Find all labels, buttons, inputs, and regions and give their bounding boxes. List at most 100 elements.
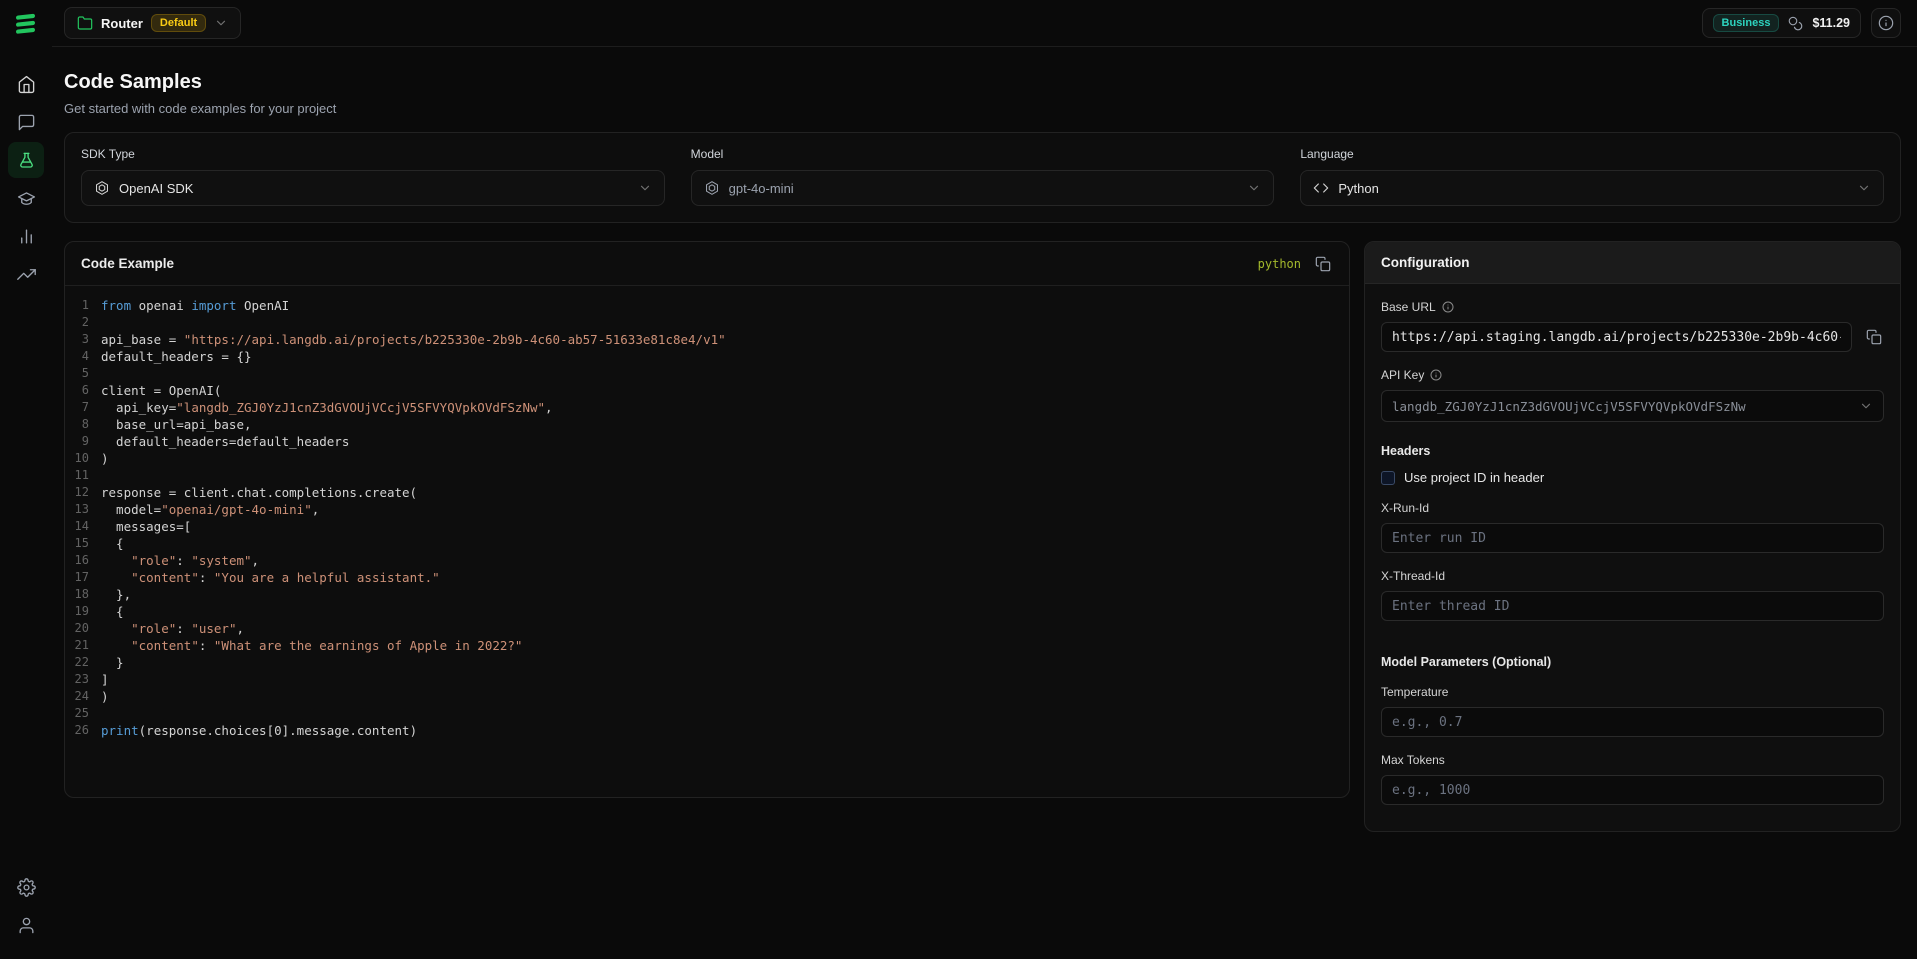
gear-icon <box>17 878 36 897</box>
code-line: 11 <box>65 467 1333 484</box>
use-project-id-label: Use project ID in header <box>1404 470 1544 485</box>
chat-icon <box>17 113 36 132</box>
copy-code-button[interactable] <box>1313 254 1333 274</box>
language-select[interactable]: Python <box>1300 170 1884 206</box>
code-line: 26print(response.choices[0].message.cont… <box>65 722 1333 739</box>
filters-panel: SDK Type OpenAI SDK Model <box>64 132 1901 223</box>
code-icon <box>1313 180 1329 196</box>
model-filter: Model gpt-4o-mini <box>691 147 1275 206</box>
sdk-type-label: SDK Type <box>81 147 665 161</box>
chevron-down-icon <box>1859 399 1873 413</box>
folder-icon <box>77 15 93 31</box>
info-icon <box>1878 15 1894 31</box>
sdk-type-value: OpenAI SDK <box>119 181 193 196</box>
api-key-select[interactable]: langdb_ZGJ0YzJ1cnZ3dGVOUjVCcjV5SFVYQVpkO… <box>1381 390 1884 422</box>
temperature-input[interactable] <box>1381 707 1884 737</box>
chevron-down-icon <box>1857 181 1871 195</box>
flask-icon <box>17 151 36 170</box>
code-line: 6client = OpenAI( <box>65 382 1333 399</box>
code-line: 3api_base = "https://api.langdb.ai/proje… <box>65 331 1333 348</box>
project-selector[interactable]: Router Default <box>64 7 241 39</box>
plan-badge: Business <box>1713 14 1780 32</box>
use-project-id-row[interactable]: ✓ Use project ID in header <box>1381 470 1884 485</box>
project-name: Router <box>101 16 143 31</box>
temperature-label: Temperature <box>1381 685 1884 699</box>
sidebar-item-profile[interactable] <box>8 907 44 943</box>
home-icon <box>17 75 36 94</box>
main-content: Code Samples Get started with code examp… <box>52 47 1917 959</box>
chevron-down-icon <box>214 16 228 30</box>
x-thread-id-input[interactable] <box>1381 591 1884 621</box>
language-label: Language <box>1300 147 1884 161</box>
sidebar-nav <box>8 66 44 292</box>
model-params-section-label: Model Parameters (Optional) <box>1381 655 1884 669</box>
code-line: 5 <box>65 365 1333 382</box>
code-line: 17 "content": "You are a helpful assista… <box>65 569 1333 586</box>
max-tokens-label: Max Tokens <box>1381 753 1884 767</box>
topbar-right: Business $11.29 <box>1702 8 1901 38</box>
configuration-header: Configuration <box>1365 242 1900 284</box>
chevron-down-icon <box>638 181 652 195</box>
sidebar-item-usage[interactable] <box>8 256 44 292</box>
base-url-label: Base URL <box>1381 300 1884 314</box>
copy-icon <box>1315 256 1331 272</box>
language-tag: python <box>1258 257 1301 271</box>
wallet-pill[interactable]: Business $11.29 <box>1702 8 1861 38</box>
base-url-input[interactable] <box>1381 322 1852 352</box>
code-line: 20 "role": "user", <box>65 620 1333 637</box>
openai-icon <box>94 180 110 196</box>
code-line: 16 "role": "system", <box>65 552 1333 569</box>
coins-icon <box>1788 16 1803 31</box>
sidebar-item-analytics[interactable] <box>8 218 44 254</box>
x-run-id-label: X-Run-Id <box>1381 501 1884 515</box>
max-tokens-input[interactable] <box>1381 775 1884 805</box>
code-line: 23] <box>65 671 1333 688</box>
sdk-type-select[interactable]: OpenAI SDK <box>81 170 665 206</box>
code-line: 25 <box>65 705 1333 722</box>
code-line: 2 <box>65 314 1333 331</box>
code-example-title: Code Example <box>81 256 174 271</box>
sidebar-item-settings[interactable] <box>8 869 44 905</box>
headers-section-label: Headers <box>1381 444 1884 458</box>
code-lines[interactable]: 1from openai import OpenAI23api_base = "… <box>65 286 1349 797</box>
x-run-id-input[interactable] <box>1381 523 1884 553</box>
chevron-down-icon <box>1247 181 1261 195</box>
x-thread-id-label: X-Thread-Id <box>1381 569 1884 583</box>
info-button[interactable] <box>1871 8 1901 38</box>
sidebar <box>0 0 52 959</box>
sidebar-bottom-nav <box>8 869 44 943</box>
code-line: 22 } <box>65 654 1333 671</box>
sidebar-item-home[interactable] <box>8 66 44 102</box>
sdk-type-filter: SDK Type OpenAI SDK <box>81 147 665 206</box>
copy-base-url-button[interactable] <box>1864 327 1884 347</box>
info-icon <box>1442 301 1454 313</box>
sidebar-item-models[interactable] <box>8 180 44 216</box>
info-icon <box>1430 369 1442 381</box>
user-icon <box>17 916 36 935</box>
use-project-id-checkbox[interactable]: ✓ <box>1381 471 1395 485</box>
topbar: Router Default Business $11.29 <box>52 0 1917 47</box>
openai-icon <box>704 180 720 196</box>
sidebar-item-chats[interactable] <box>8 104 44 140</box>
model-select[interactable]: gpt-4o-mini <box>691 170 1275 206</box>
code-line: 21 "content": "What are the earnings of … <box>65 637 1333 654</box>
code-example-panel: Code Example python 1from openai import … <box>64 241 1350 798</box>
sidebar-item-code-samples[interactable] <box>8 142 44 178</box>
code-line: 10) <box>65 450 1333 467</box>
page-title: Code Samples <box>64 71 1901 94</box>
code-line: 19 { <box>65 603 1333 620</box>
model-label: Model <box>691 147 1275 161</box>
code-line: 9 default_headers=default_headers <box>65 433 1333 450</box>
copy-icon <box>1866 329 1882 345</box>
language-filter: Language Python <box>1300 147 1884 206</box>
code-line: 15 { <box>65 535 1333 552</box>
code-example-header: Code Example python <box>65 242 1349 286</box>
code-line: 1from openai import OpenAI <box>65 297 1333 314</box>
configuration-panel: Configuration Base URL <box>1364 241 1901 832</box>
app-logo-icon[interactable] <box>11 10 41 40</box>
code-line: 7 api_key="langdb_ZGJ0YzJ1cnZ3dGVOUjVCcj… <box>65 399 1333 416</box>
language-value: Python <box>1338 181 1378 196</box>
bar-chart-icon <box>17 227 36 246</box>
trending-up-icon <box>17 265 36 284</box>
api-key-value: langdb_ZGJ0YzJ1cnZ3dGVOUjVCcjV5SFVYQVpkO… <box>1392 399 1746 414</box>
